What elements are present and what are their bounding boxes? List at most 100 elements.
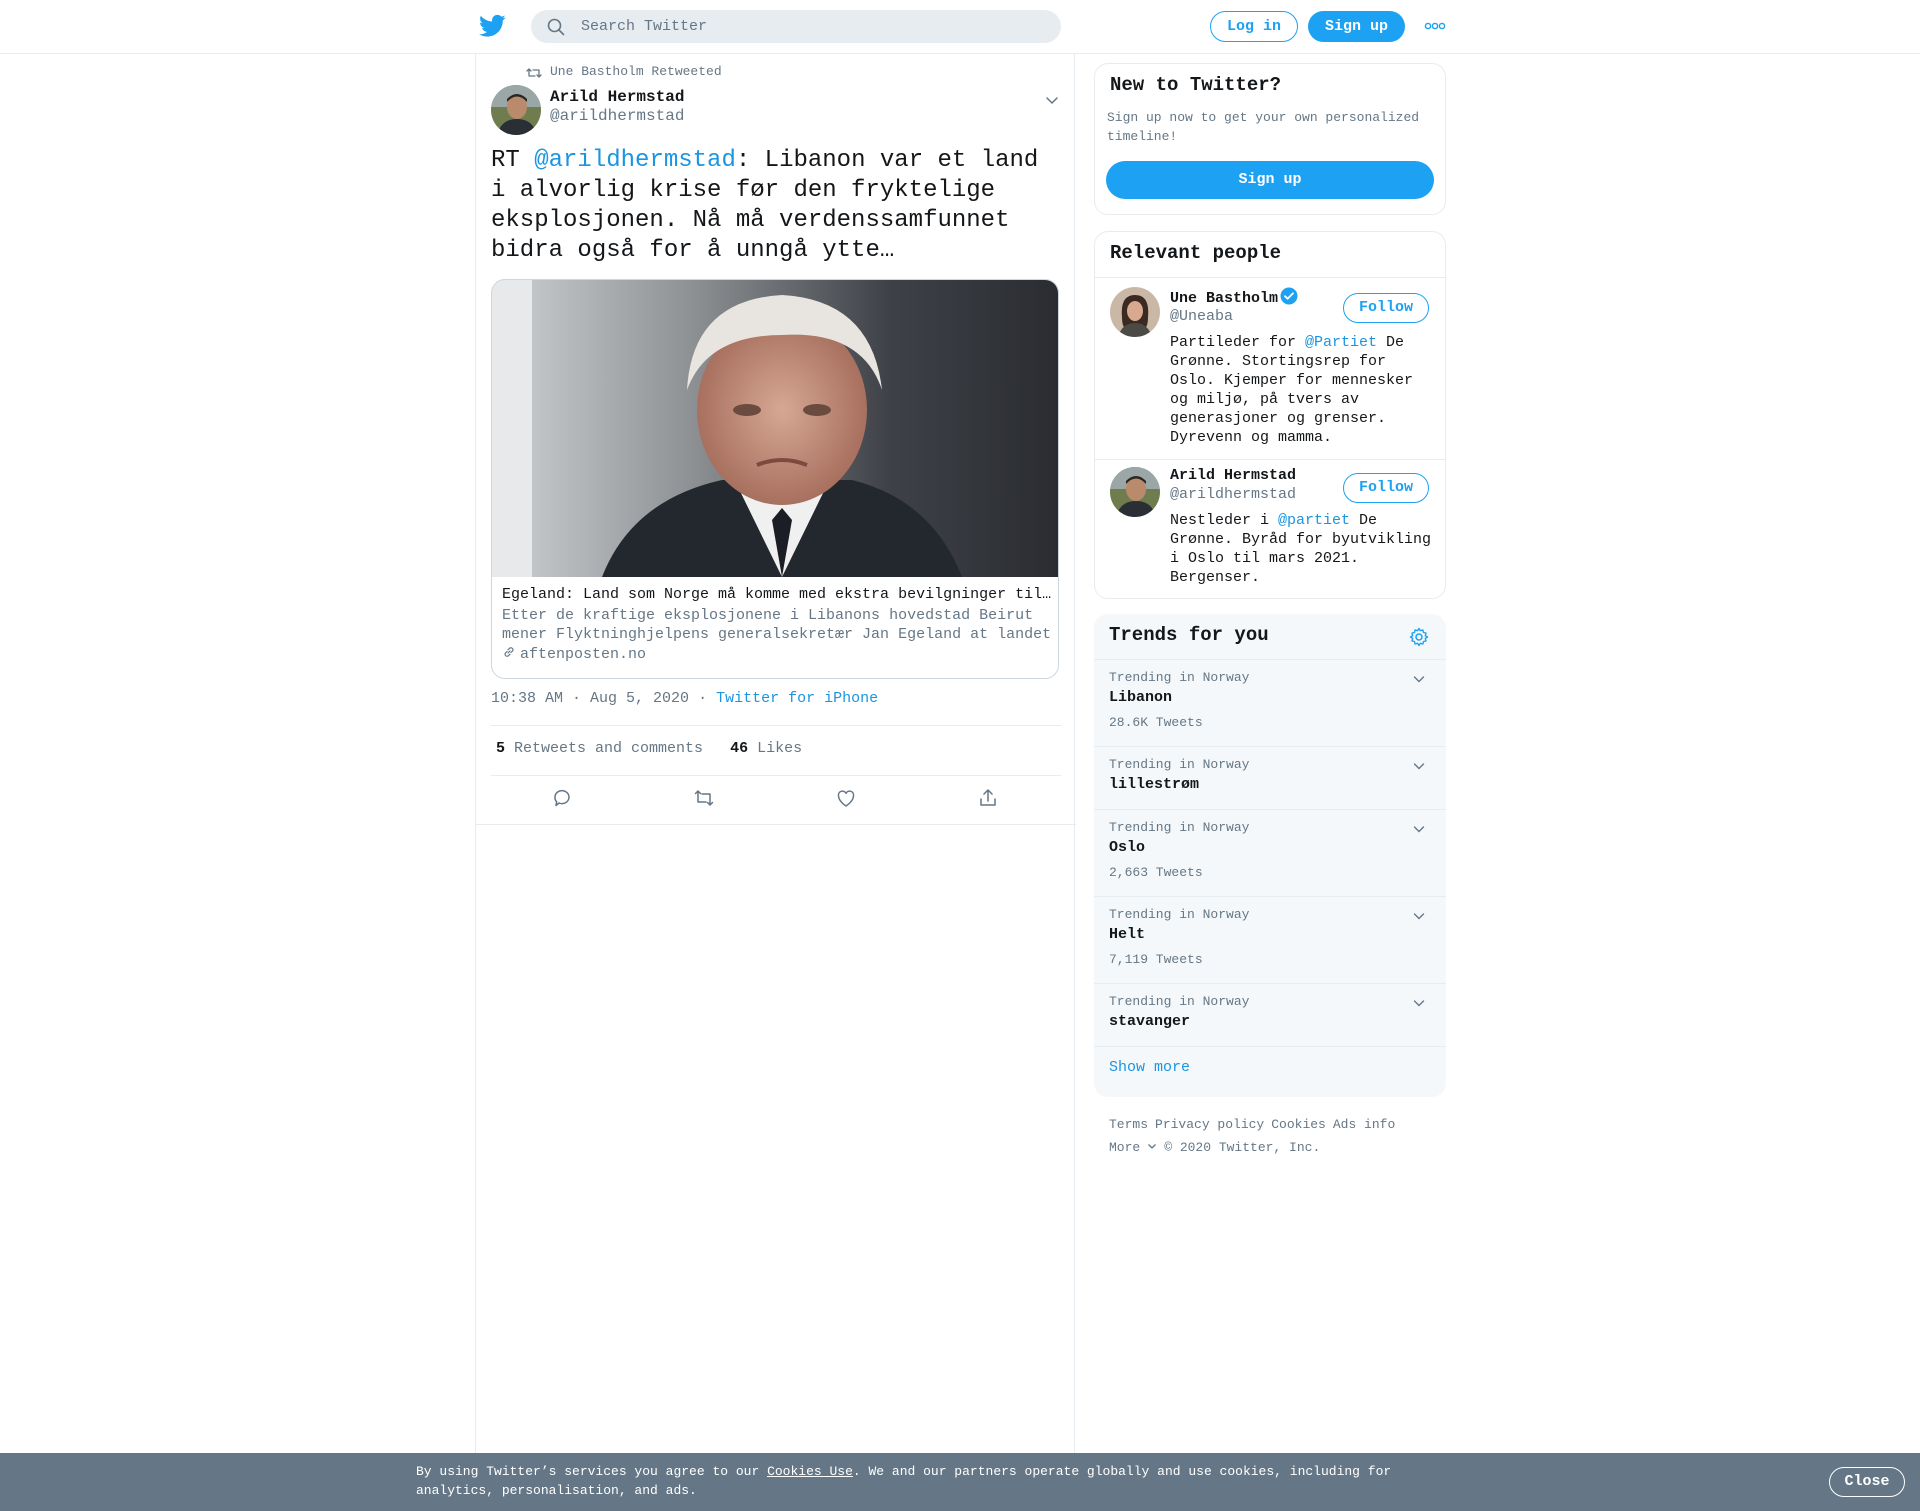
follow-button[interactable]: Follow [1343, 293, 1429, 323]
chevron-down-icon[interactable] [1044, 92, 1060, 108]
trend-context: Trending in Norway [1109, 907, 1250, 922]
bio-mention-link[interactable]: @Partiet [1305, 334, 1377, 351]
login-button[interactable]: Log in [1210, 11, 1298, 42]
trend-item[interactable]: Trending in Norway Oslo 2,663 Tweets [1094, 809, 1446, 896]
chevron-down-icon [1148, 1144, 1157, 1149]
retweets-label: Retweets and comments [514, 740, 704, 757]
divider [491, 725, 1061, 726]
chevron-down-icon[interactable] [1412, 909, 1426, 923]
retweets-stat[interactable]: 5 Retweets and comments [496, 740, 703, 757]
person-name-text: Une Bastholm [1170, 290, 1279, 307]
likes-count: 46 [730, 740, 749, 757]
person-handle[interactable]: @arildhermstad [1170, 486, 1296, 503]
footer-terms-link[interactable]: Terms [1109, 1117, 1148, 1132]
trends-title: Trends for you [1109, 624, 1269, 646]
cookie-consent-bar: By using Twitter’s services you agree to… [0, 1453, 1920, 1511]
avatar-photo [491, 85, 541, 135]
trend-name: Oslo [1109, 839, 1146, 856]
tweet-timestamp[interactable]: 10:38 AM · Aug 5, 2020 [491, 690, 689, 707]
top-navigation-bar: Search Twitter Log in Sign up [0, 0, 1920, 54]
bio-text: Partileder for [1170, 334, 1306, 351]
cookie-consent-text: By using Twitter’s services you agree to… [416, 1462, 1426, 1500]
person-name[interactable]: Une Bastholm [1170, 287, 1298, 307]
reply-icon[interactable] [550, 786, 574, 810]
person-name[interactable]: Arild Hermstad [1170, 467, 1296, 484]
gear-icon[interactable] [1408, 626, 1430, 648]
new-to-twitter-description: Sign up now to get your own personalized… [1107, 110, 1420, 144]
show-more-trends-link[interactable]: Show more [1109, 1059, 1190, 1076]
trend-item[interactable]: Trending in Norway stavanger [1094, 983, 1446, 1046]
link-preview-card[interactable]: Egeland: Land som Norge må komme med eks… [491, 279, 1059, 679]
verified-badge-icon [1280, 287, 1298, 305]
likes-label: Likes [757, 740, 803, 757]
trend-name: Libanon [1109, 689, 1173, 706]
card-image [492, 280, 1058, 577]
retweet-action-icon[interactable] [692, 786, 716, 810]
tweet-metadata: 10:38 AM · Aug 5, 2020 · Twitter for iPh… [491, 690, 878, 707]
search-icon [547, 18, 565, 36]
signup-button[interactable]: Sign up [1308, 11, 1405, 42]
person-avatar[interactable] [1110, 287, 1160, 337]
close-cookie-bar-button[interactable]: Close [1829, 1467, 1905, 1497]
person-handle[interactable]: @Uneaba [1170, 308, 1233, 325]
more-options-icon[interactable] [1424, 19, 1446, 33]
trend-item[interactable]: Trending in Norway lillestrøm [1094, 746, 1446, 809]
author-name[interactable]: Arild Hermstad [550, 88, 684, 106]
retweets-count: 5 [496, 740, 506, 757]
chevron-down-icon[interactable] [1412, 822, 1426, 836]
footer-more-label: More [1109, 1140, 1141, 1155]
trend-context: Trending in Norway [1109, 670, 1250, 685]
trend-name: lillestrøm [1109, 776, 1200, 793]
retweet-icon [526, 68, 542, 78]
twitter-bird-logo-icon[interactable] [479, 14, 506, 38]
retweeted-by-label[interactable]: Une Bastholm Retweeted [550, 64, 722, 79]
link-icon [504, 647, 514, 657]
likes-stat[interactable]: 46 Likes [730, 740, 802, 757]
author-avatar[interactable] [491, 85, 541, 135]
footer-more-button[interactable]: More [1109, 1140, 1157, 1155]
card-title: Egeland: Land som Norge må komme med eks… [502, 586, 1052, 603]
chevron-down-icon[interactable] [1412, 996, 1426, 1010]
tweet-stats: 5 Retweets and comments 46 Likes [496, 740, 802, 757]
person-bio: Nestleder i @partiet De Grønne. Byråd fo… [1170, 511, 1432, 587]
divider [476, 824, 1076, 825]
trend-count: 28.6K Tweets [1109, 715, 1203, 730]
search-input[interactable]: Search Twitter [581, 18, 707, 35]
trend-context: Trending in Norway [1109, 820, 1250, 835]
sidebar-signup-button[interactable]: Sign up [1106, 161, 1434, 199]
search-bar[interactable]: Search Twitter [531, 10, 1061, 43]
new-to-twitter-module: New to Twitter? Sign up now to get your … [1094, 63, 1446, 215]
trend-context: Trending in Norway [1109, 994, 1250, 1009]
divider [1095, 459, 1445, 460]
trend-item[interactable]: Trending in Norway Libanon 28.6K Tweets [1094, 659, 1446, 746]
chevron-down-icon[interactable] [1412, 759, 1426, 773]
trend-count: 7,119 Tweets [1109, 952, 1203, 967]
footer-ads-info-link[interactable]: Ads info [1333, 1117, 1395, 1132]
footer-privacy-link[interactable]: Privacy policy [1155, 1117, 1264, 1132]
cookies-use-link[interactable]: Cookies Use [767, 1464, 853, 1479]
footer-cookies-link[interactable]: Cookies [1271, 1117, 1326, 1132]
divider [1094, 1046, 1446, 1047]
trend-item[interactable]: Trending in Norway Helt 7,119 Tweets [1094, 896, 1446, 983]
divider [1095, 277, 1445, 278]
bio-mention-link[interactable]: @partiet [1278, 512, 1350, 529]
sidebar-footer: Terms Privacy policy Cookies Ads info More ©… [1109, 1113, 1449, 1159]
trend-name: Helt [1109, 926, 1146, 943]
follow-button[interactable]: Follow [1343, 473, 1429, 503]
person-avatar[interactable] [1110, 467, 1160, 517]
bio-text: Nestleder i [1170, 512, 1279, 529]
card-domain: aftenposten.no [502, 645, 646, 663]
tweet-source-link[interactable]: Twitter for iPhone [716, 690, 878, 707]
relevant-people-module: Relevant people Une Bastholm @Uneaba Fol… [1094, 231, 1446, 599]
divider [491, 775, 1061, 776]
card-description: Etter de kraftige eksplosjonene i Libano… [502, 607, 1052, 643]
meta-separator: · [698, 690, 708, 707]
share-icon[interactable] [976, 786, 1000, 810]
tweet-mention-link[interactable]: @arildhermstad [534, 147, 736, 174]
author-handle[interactable]: @arildhermstad [550, 107, 684, 125]
chevron-down-icon[interactable] [1412, 672, 1426, 686]
trends-module: Trends for you Trending in Norway Libano… [1094, 614, 1446, 1097]
cookie-text-before: By using Twitter’s services you agree to… [416, 1464, 768, 1479]
like-heart-icon[interactable] [834, 786, 858, 810]
new-to-twitter-title: New to Twitter? [1110, 74, 1282, 96]
